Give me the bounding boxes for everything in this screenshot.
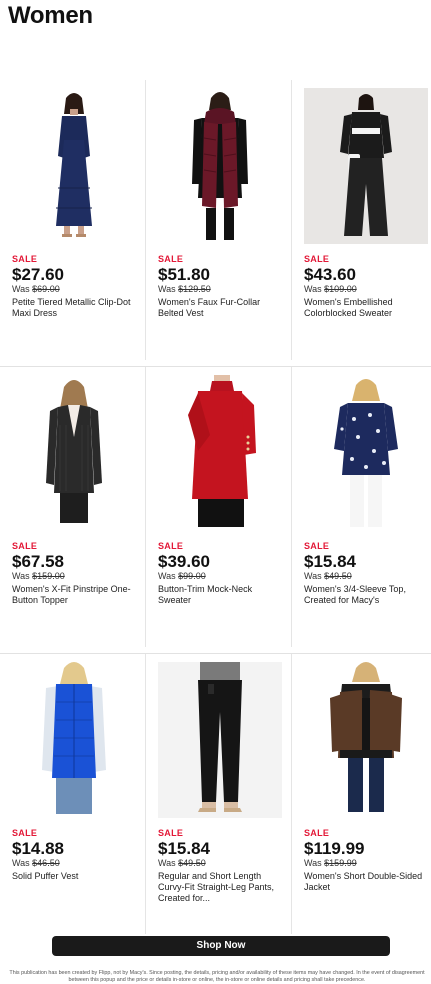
sale-badge: SALE [304,541,330,551]
sale-price: $14.88 [12,839,64,858]
product-image-double-sided-jacket[interactable] [304,662,428,818]
product-image-mock-neck-sweater[interactable] [158,375,282,531]
product-card[interactable]: SALE $67.58 Was $159.00 Women's X-Fit Pi… [0,367,146,653]
was-price: Was $49.50 [304,571,352,581]
product-card[interactable]: SALE $51.80 Was $129.50 Women's Faux Fur… [146,80,292,366]
sale-price: $27.60 [12,265,64,284]
product-card[interactable]: SALE $15.84 Was $49.50 Regular and Short… [146,654,292,940]
was-price: Was $46.50 [12,858,60,868]
product-grid: SALE $27.60 Was $69.00 Petite Tiered Met… [0,80,431,940]
product-image-floral-top[interactable] [304,375,428,531]
was-price: Was $159.99 [304,858,357,868]
product-image-embellished-sweater[interactable] [304,88,428,244]
was-price: Was $109.00 [304,284,357,294]
was-price: Was $159.00 [12,571,65,581]
sale-price: $39.60 [158,552,210,571]
sale-price: $51.80 [158,265,210,284]
product-card[interactable]: SALE $14.88 Was $46.50 Solid Puffer Vest [0,654,146,940]
was-price: Was $99.00 [158,571,206,581]
sale-price: $15.84 [304,552,356,571]
product-name[interactable]: Women's Short Double-Sided Jacket [304,871,431,893]
product-name[interactable]: Solid Puffer Vest [12,871,140,882]
product-card[interactable]: SALE $27.60 Was $69.00 Petite Tiered Met… [0,80,146,366]
shop-now-button[interactable]: Shop Now [52,936,390,956]
sale-price: $43.60 [304,265,356,284]
product-image-straight-leg-pants[interactable] [158,662,282,818]
product-image-maxi-dress[interactable] [12,88,136,244]
sale-badge: SALE [12,254,38,264]
was-price: Was $69.00 [12,284,60,294]
product-name[interactable]: Women's Faux Fur-Collar Belted Vest [158,297,286,319]
product-name[interactable]: Petite Tiered Metallic Clip-Dot Maxi Dre… [12,297,140,319]
product-name[interactable]: Women's Embellished Colorblocked Sweater [304,297,431,319]
sale-badge: SALE [304,828,330,838]
product-name[interactable]: Women's X-Fit Pinstripe One-Button Toppe… [12,584,140,606]
product-image-puffer-vest[interactable] [12,662,136,818]
product-image-fur-collar-vest[interactable] [158,88,282,244]
product-image-pinstripe-blazer[interactable] [12,375,136,531]
disclaimer: This publication has been created by Fli… [9,970,425,983]
sale-price: $67.58 [12,552,64,571]
product-card[interactable]: SALE $43.60 Was $109.00 Women's Embellis… [292,80,431,366]
product-card[interactable]: SALE $119.99 Was $159.99 Women's Short D… [292,654,431,940]
sale-badge: SALE [12,541,38,551]
sale-price: $119.99 [304,839,365,858]
sale-badge: SALE [158,541,184,551]
sale-badge: SALE [304,254,330,264]
product-card[interactable]: SALE $39.60 Was $99.00 Button-Trim Mock-… [146,367,292,653]
product-card[interactable]: SALE $15.84 Was $49.50 Women's 3/4-Sleev… [292,367,431,653]
sale-price: $15.84 [158,839,210,858]
page-title: Women [8,2,93,29]
sale-badge: SALE [12,828,38,838]
product-name[interactable]: Women's 3/4-Sleeve Top, Created for Macy… [304,584,431,606]
product-name[interactable]: Button-Trim Mock-Neck Sweater [158,584,286,606]
sale-badge: SALE [158,254,184,264]
sale-badge: SALE [158,828,184,838]
product-name[interactable]: Regular and Short Length Curvy-Fit Strai… [158,871,286,904]
was-price: Was $129.50 [158,284,211,294]
was-price: Was $49.50 [158,858,206,868]
